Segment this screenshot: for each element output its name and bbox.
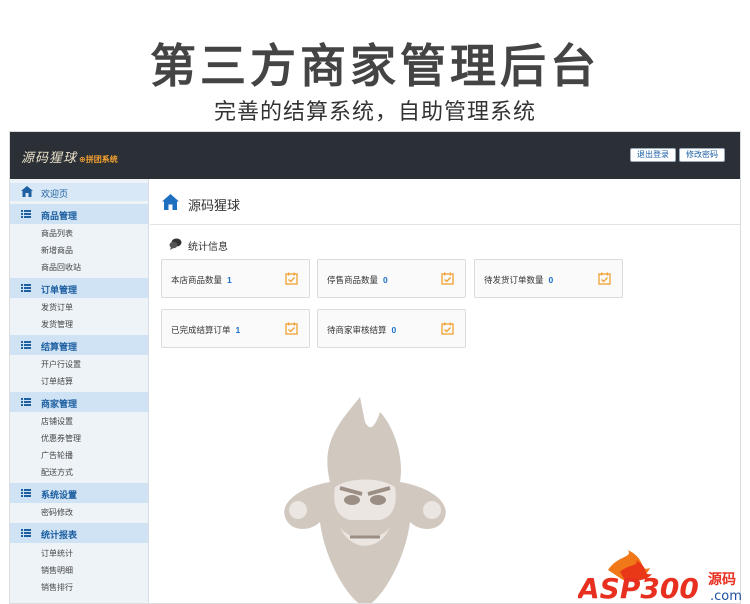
- page-title: 源码猩球: [188, 198, 241, 213]
- sidebar-item-order-stats[interactable]: 订单统计: [41, 548, 73, 559]
- stat-card-label: 停售商品数量 0: [327, 275, 388, 285]
- main-header: 源码猩球: [150, 179, 740, 225]
- sidebar-group-label: 系统设置: [41, 490, 78, 500]
- sidebar-group-products[interactable]: 商品管理: [10, 204, 148, 224]
- sidebar-item-order-settlement[interactable]: 订单结算: [41, 376, 73, 387]
- stats-section-title: 统计信息: [188, 242, 228, 253]
- stat-card-label: 本店商品数量 1: [171, 275, 232, 285]
- sidebar-item-ship-orders[interactable]: 发货订单: [41, 302, 73, 313]
- calendar-check-icon: [441, 272, 454, 285]
- logout-button[interactable]: 退出登录: [630, 148, 676, 162]
- sidebar-item-password[interactable]: 密码修改: [41, 507, 73, 518]
- logo-suffix-text: 源码: [708, 571, 736, 588]
- sidebar-group-orders[interactable]: 订单管理: [10, 278, 148, 298]
- stat-card-pending-shipment[interactable]: 待发货订单数量 0: [474, 259, 623, 298]
- sidebar-group-label: 订单管理: [41, 285, 78, 295]
- calendar-check-icon: [285, 272, 298, 285]
- asp300-logo: ASP300 源码 .com: [578, 550, 742, 604]
- sidebar-group-settlement[interactable]: 结算管理: [10, 335, 148, 355]
- sidebar-group-label: 结算管理: [41, 342, 78, 352]
- sidebar-group-label: 统计报表: [41, 530, 78, 540]
- sidebar: 欢迎页 商品管理 商品列表 新增商品 商品回收站 订单管理 发货订单 发货管理 …: [10, 179, 149, 603]
- sidebar-home-label: 欢迎页: [41, 189, 69, 199]
- calendar-check-icon: [598, 272, 611, 285]
- home-icon: [21, 186, 33, 197]
- stat-card-label: 待商家审核结算 0: [327, 325, 397, 335]
- logo-text: 源码猩球: [21, 151, 78, 166]
- sidebar-item-ship-manage[interactable]: 发货管理: [41, 319, 73, 330]
- sidebar-group-label: 商家管理: [41, 399, 78, 409]
- logo-subtext: ⊕拼团系统: [79, 155, 118, 164]
- sidebar-item-home[interactable]: 欢迎页: [10, 183, 148, 201]
- list-icon: [21, 398, 31, 406]
- monkey-watermark-icon: [284, 397, 446, 603]
- top-bar: 源码猩球 ⊕拼团系统 退出登录 修改密码: [10, 132, 740, 179]
- sidebar-item-sales-detail[interactable]: 销售明细: [41, 565, 73, 576]
- calendar-check-icon: [441, 322, 454, 335]
- admin-window: 源码猩球 ⊕拼团系统 退出登录 修改密码 欢迎页 商品管理 商品列表 新增商品 商…: [9, 131, 741, 604]
- sidebar-item-product-recycle[interactable]: 商品回收站: [41, 262, 81, 273]
- stat-card-label: 已完成结算订单 1: [171, 325, 241, 335]
- calendar-check-icon: [285, 322, 298, 335]
- change-password-button[interactable]: 修改密码: [679, 148, 725, 162]
- sidebar-group-system[interactable]: 系统设置: [10, 483, 148, 503]
- sidebar-item-ad-carousel[interactable]: 广告轮播: [41, 450, 73, 461]
- sidebar-item-bank-settings[interactable]: 开户行设置: [41, 359, 81, 370]
- sidebar-item-coupons[interactable]: 优惠券管理: [41, 433, 81, 444]
- logo-domain-text: .com: [710, 589, 742, 604]
- logo-brand-text: ASP300: [578, 572, 699, 604]
- list-icon: [21, 341, 31, 349]
- list-icon: [21, 210, 31, 218]
- stat-card-value: 0: [548, 275, 554, 285]
- stat-card-label: 待发货订单数量 0: [484, 275, 554, 285]
- list-icon: [21, 529, 31, 537]
- list-icon: [21, 489, 31, 497]
- app-logo[interactable]: 源码猩球 ⊕拼团系统: [21, 147, 118, 166]
- list-icon: [21, 284, 31, 292]
- stat-card-value: 0: [391, 325, 397, 335]
- home-icon: [162, 194, 179, 210]
- stat-card-value: 1: [227, 275, 232, 285]
- banner-subtitle: 完善的结算系统，自助管理系统: [213, 100, 536, 125]
- stat-card-settled-orders[interactable]: 已完成结算订单 1: [161, 309, 310, 348]
- sidebar-group-label: 商品管理: [41, 211, 78, 221]
- stat-card-pending-review[interactable]: 待商家审核结算 0: [317, 309, 466, 348]
- stat-card-stopped-product[interactable]: 停售商品数量 0: [317, 259, 466, 298]
- sidebar-item-store-settings[interactable]: 店铺设置: [41, 416, 73, 427]
- stat-card-product-count[interactable]: 本店商品数量 1: [161, 259, 310, 298]
- sidebar-item-add-product[interactable]: 新增商品: [41, 245, 73, 256]
- stat-card-value: 1: [235, 325, 241, 335]
- chat-icon: [169, 238, 182, 250]
- sidebar-item-sales-rank[interactable]: 销售排行: [41, 582, 73, 593]
- sidebar-item-delivery[interactable]: 配送方式: [41, 467, 73, 478]
- sidebar-item-product-list[interactable]: 商品列表: [41, 228, 73, 239]
- sidebar-group-merchant[interactable]: 商家管理: [10, 392, 148, 412]
- sidebar-group-reports[interactable]: 统计报表: [10, 523, 148, 543]
- stat-card-value: 0: [383, 275, 388, 285]
- banner-title: 第三方商家管理后台: [150, 39, 600, 93]
